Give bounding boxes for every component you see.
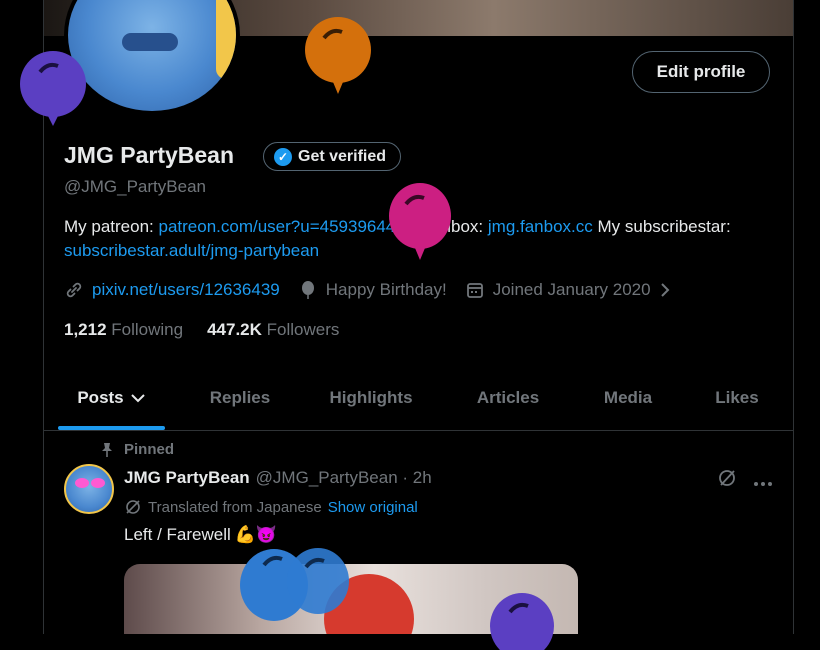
patreon-link[interactable]: patreon.com/user?u=45939644 xyxy=(159,217,396,236)
balloon-icon xyxy=(298,280,318,300)
translation-notice: Translated from Japanese Show original xyxy=(124,498,418,516)
post-handle-time[interactable]: @JMG_PartyBean · 2h xyxy=(256,468,432,488)
tab-highlights-label: Highlights xyxy=(329,387,413,407)
tab-media-label: Media xyxy=(603,387,653,407)
more-options-icon[interactable] xyxy=(753,470,773,493)
tab-highlights[interactable]: Highlights xyxy=(301,365,441,430)
pinned-indicator: Pinned xyxy=(100,441,174,458)
tab-media[interactable]: Media xyxy=(575,365,681,430)
birthday-item: Happy Birthday! xyxy=(298,280,447,300)
post-avatar-eye-right xyxy=(91,478,105,488)
show-original-link[interactable]: Show original xyxy=(328,499,418,516)
edit-profile-button[interactable]: Edit profile xyxy=(632,51,770,93)
tab-replies[interactable]: Replies xyxy=(179,365,301,430)
chevron-right-icon[interactable] xyxy=(655,280,675,300)
followers-link[interactable]: 447.2K Followers xyxy=(207,320,339,340)
grok-icon[interactable] xyxy=(717,468,737,494)
fanbox-link[interactable]: jmg.fanbox.cc xyxy=(488,217,593,236)
tab-likes[interactable]: Likes xyxy=(681,365,793,430)
avatar-mouth xyxy=(122,33,178,51)
post-text-body: Left / Farewell xyxy=(124,525,231,544)
bio-text-1: My patreon: xyxy=(64,217,159,236)
translate-icon xyxy=(124,498,142,516)
subscribestar-link[interactable]: subscribestar.adult/jmg-partybean xyxy=(64,241,319,260)
balloon-orange-icon xyxy=(305,17,371,94)
website-link[interactable]: pixiv.net/users/12636439 xyxy=(92,280,280,300)
followers-count: 447.2K xyxy=(207,320,262,339)
balloon-blue-icon xyxy=(287,548,349,614)
balloon-purple-icon xyxy=(20,51,86,126)
birthday-text: Happy Birthday! xyxy=(325,280,447,299)
profile-tabs: Posts Replies Highlights Articles Media … xyxy=(44,365,793,431)
verified-check-icon: ✓ xyxy=(274,147,292,166)
bio-text-3: My subscribestar: xyxy=(592,217,731,236)
calendar-icon xyxy=(465,280,485,300)
joined-text: Joined January 2020 xyxy=(492,280,651,299)
pin-icon xyxy=(100,442,114,458)
following-count: 1,212 xyxy=(64,320,107,339)
get-verified-button[interactable]: ✓ Get verified xyxy=(263,142,402,171)
chevron-down-icon xyxy=(130,393,146,403)
post-avatar-eye-left xyxy=(75,478,89,488)
active-tab-indicator xyxy=(58,426,165,430)
get-verified-label: Get verified xyxy=(298,147,387,165)
profile-meta: pixiv.net/users/12636439 Happy Birthday!… xyxy=(64,280,701,300)
tab-likes-label: Likes xyxy=(715,387,759,407)
profile-handle: @JMG_PartyBean xyxy=(64,177,206,196)
following-link[interactable]: 1,212 Following xyxy=(64,320,183,340)
post-header: JMG PartyBean @JMG_PartyBean · 2h xyxy=(124,468,432,488)
tab-posts-label: Posts xyxy=(77,387,124,407)
joined-item: Joined January 2020 xyxy=(465,280,683,300)
pinned-label: Pinned xyxy=(124,441,175,458)
link-icon xyxy=(64,280,84,300)
tab-replies-label: Replies xyxy=(209,387,271,407)
tab-posts[interactable]: Posts xyxy=(44,365,179,430)
post-actions xyxy=(717,468,773,494)
tab-articles[interactable]: Articles xyxy=(441,365,575,430)
profile-name: JMG PartyBean xyxy=(64,142,235,168)
post-author[interactable]: JMG PartyBean xyxy=(124,468,250,488)
translated-label: Translated from Japanese xyxy=(148,498,322,516)
website-item: pixiv.net/users/12636439 xyxy=(64,280,280,300)
balloon-purple-icon xyxy=(490,593,554,650)
profile-column: Edit profile JMG PartyBean ✓ Get verifie… xyxy=(43,0,794,634)
following-label: Following xyxy=(111,320,184,339)
post-avatar[interactable] xyxy=(64,464,114,514)
balloon-magenta-icon xyxy=(389,183,451,260)
avatar-hair xyxy=(216,0,236,79)
tab-articles-label: Articles xyxy=(476,387,540,407)
post-emoji: 💪😈 xyxy=(234,525,278,544)
follow-stats: 1,212 Following 447.2K Followers xyxy=(64,320,339,340)
post-text: Left / Farewell 💪😈 xyxy=(124,525,277,545)
followers-label: Followers xyxy=(266,320,340,339)
